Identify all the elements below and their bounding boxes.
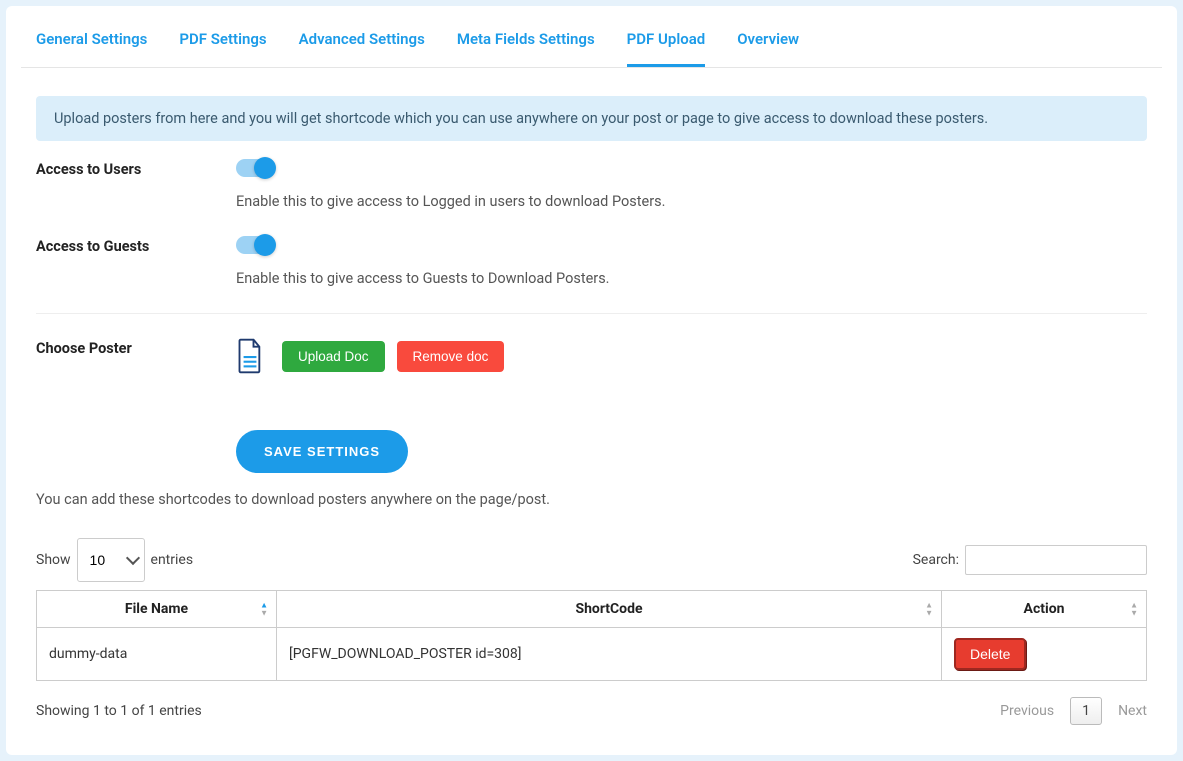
search-input[interactable] <box>965 545 1147 575</box>
col-shortcode[interactable]: ShortCode ▲▼ <box>277 591 942 628</box>
search-label: Search: <box>913 552 959 568</box>
delete-button[interactable]: Delete <box>954 638 1026 670</box>
access-users-description: Enable this to give access to Logged in … <box>236 193 1147 210</box>
divider <box>36 313 1147 314</box>
tab-overview[interactable]: Overview <box>737 30 799 67</box>
tabs-bar: General Settings PDF Settings Advanced S… <box>21 6 1162 68</box>
prev-page[interactable]: Previous <box>1000 703 1054 719</box>
access-users-toggle[interactable] <box>236 159 272 177</box>
save-settings-button[interactable]: SAVE SETTINGS <box>236 430 408 473</box>
entries-label: entries <box>151 552 194 568</box>
page-size-select[interactable]: 10 <box>77 538 145 582</box>
next-page[interactable]: Next <box>1118 703 1147 719</box>
table-info: Showing 1 to 1 of 1 entries <box>36 703 202 719</box>
tab-pdf-upload[interactable]: PDF Upload <box>627 30 706 67</box>
show-label: Show <box>36 552 71 568</box>
tab-meta-fields-settings[interactable]: Meta Fields Settings <box>457 30 595 67</box>
tab-advanced-settings[interactable]: Advanced Settings <box>299 30 425 67</box>
choose-poster-label: Choose Poster <box>36 338 236 357</box>
sort-icon: ▲▼ <box>925 602 933 617</box>
sort-icon: ▲▼ <box>260 602 268 617</box>
tab-general-settings[interactable]: General Settings <box>36 30 147 67</box>
tab-pdf-settings[interactable]: PDF Settings <box>179 30 266 67</box>
access-guests-label: Access to Guests <box>36 236 236 255</box>
col-action[interactable]: Action ▲▼ <box>942 591 1147 628</box>
cell-shortcode: [PGFW_DOWNLOAD_POSTER id=308] <box>277 628 942 681</box>
access-users-label: Access to Users <box>36 159 236 178</box>
access-guests-description: Enable this to give access to Guests to … <box>236 270 1147 287</box>
access-guests-toggle[interactable] <box>236 236 272 254</box>
shortcode-help-text: You can add these shortcodes to download… <box>36 491 1147 508</box>
sort-icon: ▲▼ <box>1130 602 1138 617</box>
remove-doc-button[interactable]: Remove doc <box>397 341 505 372</box>
col-file-name[interactable]: File Name ▲▼ <box>37 591 277 628</box>
chevron-down-icon <box>125 551 139 565</box>
table-row: dummy-data [PGFW_DOWNLOAD_POSTER id=308]… <box>37 628 1147 681</box>
upload-notice: Upload posters from here and you will ge… <box>36 96 1147 141</box>
page-size-value[interactable]: 10 <box>90 552 118 568</box>
upload-doc-button[interactable]: Upload Doc <box>282 341 385 372</box>
document-icon <box>236 338 264 374</box>
shortcodes-table: File Name ▲▼ ShortCode ▲▼ Action ▲▼ dumm… <box>36 590 1147 681</box>
cell-file-name: dummy-data <box>37 628 277 681</box>
pagination: Previous 1 Next <box>1000 697 1147 725</box>
page-number[interactable]: 1 <box>1070 697 1102 725</box>
